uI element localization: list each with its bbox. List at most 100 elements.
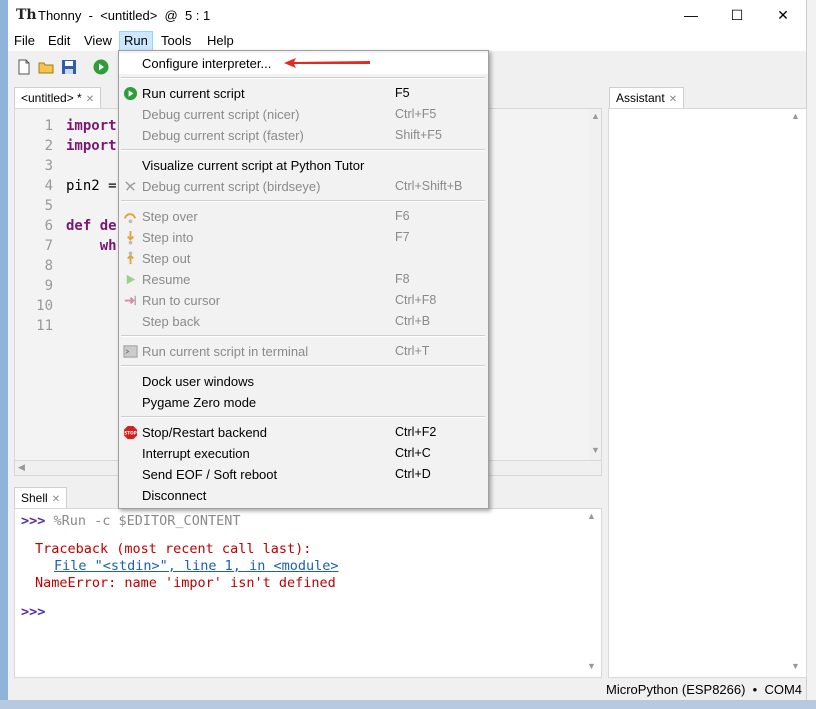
line-number: 11 [36,318,53,334]
menu-item-run-in-terminal: Run current script in terminal Ctrl+T [119,341,488,362]
menu-item-run-to-cursor: Run to cursor Ctrl+F8 [119,290,488,311]
scroll-down-icon[interactable]: ▼ [587,661,596,671]
menu-item-shortcut: Ctrl+Shift+B [395,179,463,193]
run-menu-dropdown: Configure interpreter... Run current scr… [118,50,489,509]
menu-item-debug-nicer: Debug current script (nicer) Ctrl+F5 [119,104,488,125]
scroll-up-icon[interactable]: ▲ [791,111,800,121]
svg-text:STOP: STOP [124,430,137,435]
traceback-text: Traceback (most recent call last): [35,541,312,557]
code-line-4: pin2 = [66,178,117,194]
menu-item-run-current-script[interactable]: Run current script F5 [119,83,488,104]
line-number: 10 [36,298,53,314]
tab-shell[interactable]: Shell ✕ [14,487,68,508]
menu-item-label: Interrupt execution [142,446,250,461]
menu-edit[interactable]: Edit [44,32,74,50]
menu-item-send-eof[interactable]: Send EOF / Soft reboot Ctrl+D [119,464,488,485]
step-over-icon [123,213,137,224]
line-number: 8 [44,258,53,274]
open-folder-icon[interactable] [38,59,54,75]
menu-item-step-into: Step into F7 [119,227,488,248]
resume-icon [126,274,136,285]
birdseye-icon [125,181,136,191]
menu-help[interactable]: Help [203,32,238,50]
menu-item-stop-restart-backend[interactable]: STOP Stop/Restart backend Ctrl+F2 [119,422,488,443]
menu-item-step-over: Step over F6 [119,206,488,227]
assistant-panel: ▲ ▼ [608,108,807,678]
menu-item-label: Debug current script (faster) [142,128,304,143]
menu-item-shortcut: F7 [395,230,410,244]
menu-item-label: Pygame Zero mode [142,395,257,410]
menu-item-label: Configure interpreter... [142,56,272,71]
menu-item-shortcut: Shift+F5 [395,128,442,142]
step-into-icon [127,230,134,245]
menu-item-label: Debug current script (nicer) [142,107,300,122]
menu-item-python-tutor[interactable]: Visualize current script at Python Tutor [119,155,488,176]
menu-item-birdseye: Debug current script (birdseye) Ctrl+Shi… [119,176,488,197]
menu-item-dock-user-windows[interactable]: Dock user windows [119,371,488,392]
save-icon[interactable] [61,59,77,75]
menu-separator [121,335,485,337]
line-number: 5 [44,198,53,214]
menu-item-shortcut: Ctrl+F8 [395,293,437,307]
line-number: 9 [44,278,53,294]
menu-run[interactable]: Run [119,31,153,51]
maximize-button[interactable]: ☐ [714,0,760,31]
close-button[interactable]: ✕ [760,0,806,31]
new-file-icon[interactable] [16,59,32,75]
menu-file[interactable]: File [10,32,39,50]
line-number: 2 [44,138,53,154]
title-bar[interactable]: Th Thonny - <untitled> @ 5 : 1 — ☐ ✕ [8,0,806,31]
menu-tools[interactable]: Tools [157,32,195,50]
line-number: 7 [44,238,53,254]
menu-item-interrupt-execution[interactable]: Interrupt execution Ctrl+C [119,443,488,464]
menu-item-pygame-zero-mode[interactable]: Pygame Zero mode [119,392,488,413]
menu-separator [121,200,485,202]
menu-bar: File Edit View Run Tools Help [8,31,806,51]
menu-item-shortcut: F8 [395,272,410,286]
menu-separator [121,77,485,79]
close-tab-icon[interactable]: ✕ [669,94,677,105]
interpreter-status[interactable]: MicroPython (ESP8266) • COM4 [606,682,802,697]
menu-item-label: Visualize current script at Python Tutor [142,158,365,173]
window-title: Thonny - <untitled> @ 5 : 1 [38,8,211,23]
status-bar: MicroPython (ESP8266) • COM4 [8,678,806,700]
menu-item-label: Run to cursor [142,293,221,308]
menu-item-label: Resume [142,272,191,287]
scroll-left-icon[interactable]: ◀ [18,462,25,473]
close-tab-icon[interactable]: ✕ [86,94,94,105]
line-number-gutter: 1 2 3 4 5 6 7 8 9 10 11 [15,109,61,461]
step-out-icon [127,251,134,265]
menu-item-label: Run current script in terminal [142,344,309,359]
menu-item-label: Run current script [142,86,245,101]
close-tab-icon[interactable]: ✕ [52,494,60,505]
run-icon[interactable] [93,59,109,75]
traceback-file-link[interactable]: File "<stdin>", line 1, in <module> [54,558,338,574]
scroll-up-icon[interactable]: ▲ [591,111,600,121]
menu-separator [121,416,485,418]
menu-item-label: Debug current script (birdseye) [142,179,321,194]
code-line-7: wh [66,238,117,254]
code-line-2: import [66,138,117,154]
menu-item-label: Disconnect [142,488,207,503]
minimize-button[interactable]: — [668,0,714,31]
menu-item-step-back: Step back Ctrl+B [119,311,488,332]
menu-item-step-out: Step out [119,248,488,269]
shell-prompt: >>> [21,604,46,620]
scroll-down-icon[interactable]: ▼ [791,661,800,671]
tab-assistant[interactable]: Assistant ✕ [609,87,685,108]
menu-separator [121,365,485,367]
shell-panel[interactable]: >>> %Run -c $EDITOR_CONTENT Traceback (m… [14,508,602,678]
menu-item-label: Step over [142,209,198,224]
line-number: 4 [44,178,53,194]
menu-view[interactable]: View [80,32,116,50]
menu-item-disconnect[interactable]: Disconnect [119,485,488,506]
menu-item-label: Send EOF / Soft reboot [142,467,278,482]
thonny-logo-icon: Th [16,7,37,23]
scroll-up-icon[interactable]: ▲ [587,511,596,521]
scroll-down-icon[interactable]: ▼ [591,445,600,455]
line-number: 6 [44,218,53,234]
desktop-background [0,0,8,709]
editor-vertical-scrollbar[interactable]: ▲ ▼ [589,109,601,461]
shell-command-line: >>> %Run -c $EDITOR_CONTENT [21,513,241,529]
tab-untitled[interactable]: <untitled> * ✕ [14,87,102,108]
